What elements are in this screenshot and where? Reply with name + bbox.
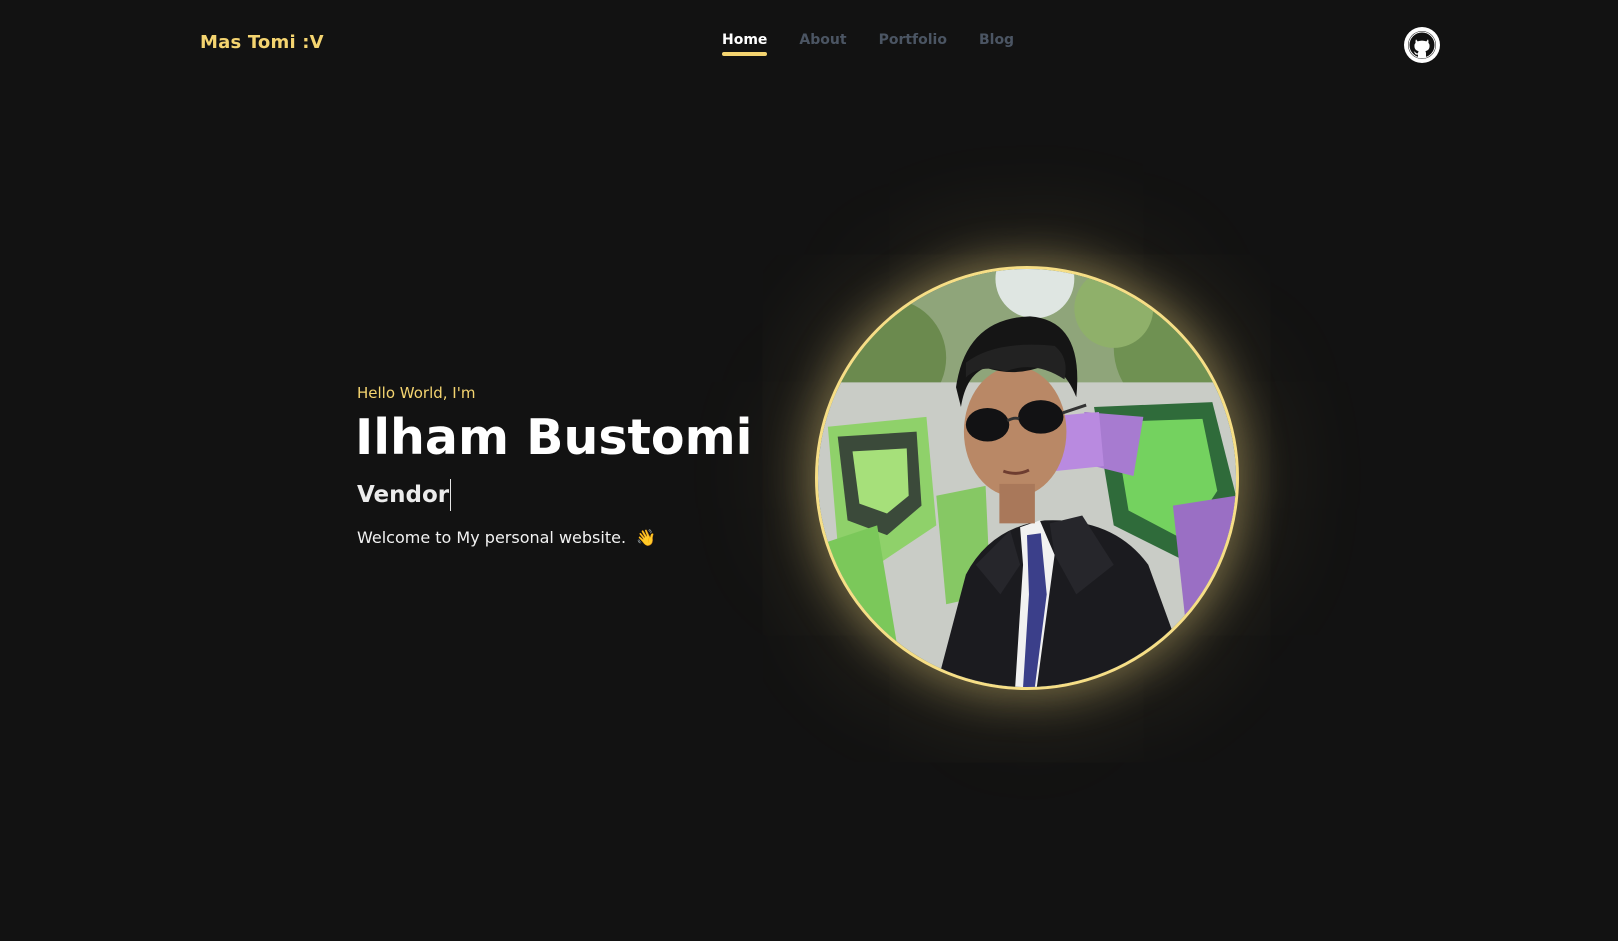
nav-link-home[interactable]: Home [722,32,768,56]
wave-emoji-icon: 👋 [636,528,656,547]
hero-greeting: Hello World, I'm [357,384,476,402]
github-button[interactable] [1404,27,1440,63]
typing-caret [450,479,452,511]
github-icon [1408,31,1436,59]
nav-link-portfolio[interactable]: Portfolio [879,32,947,54]
profile-photo [815,266,1239,690]
hero-name: Ilham Bustomi [355,409,753,466]
hero-welcome-text: Welcome to My personal website. [357,528,627,547]
nav-link-about[interactable]: About [799,32,846,54]
main-nav: Home About Portfolio Blog [722,32,1014,56]
brand-logo-text[interactable]: Mas Tomi :V [200,32,324,53]
profile-photo-illustration [818,269,1236,687]
nav-link-blog[interactable]: Blog [979,32,1014,54]
hero-role-typing: Vendor [357,478,452,512]
hero-role-text: Vendor [357,482,450,508]
hero-welcome: Welcome to My personal website. 👋 [357,528,656,547]
